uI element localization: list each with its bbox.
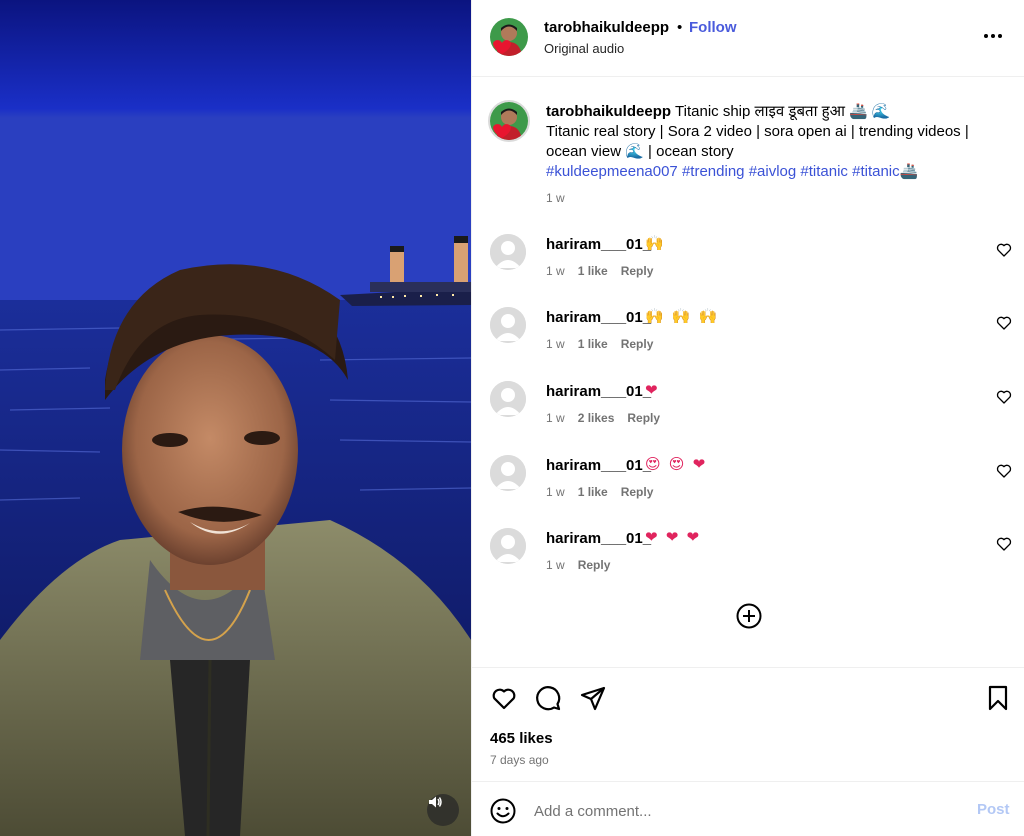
avatar[interactable] (490, 307, 526, 343)
comment-meta: 1 w 1 like Reply (546, 485, 653, 499)
caption-username[interactable]: tarobhaikuldeepp (546, 103, 671, 120)
heart-outline-icon[interactable] (996, 315, 1012, 331)
likes-count[interactable]: 465 likes (490, 730, 553, 747)
default-avatar-icon (490, 455, 526, 491)
comment-text: 😍 😍 ❤ (645, 456, 708, 473)
post-header: tarobhaikuldeepp • Follow Original audio (472, 0, 1024, 77)
heart-icon[interactable] (490, 684, 518, 712)
comment-item: hariram___01_ 🙌 🙌 🙌 1 w 1 like Reply (472, 307, 1024, 369)
default-avatar-icon (490, 234, 526, 270)
avatar[interactable] (490, 528, 526, 564)
comment-text: 🙌 🙌 🙌 (645, 308, 720, 325)
follow-button[interactable]: Follow (689, 19, 737, 36)
comment-meta: 1 w 1 like Reply (546, 337, 653, 351)
comment-username[interactable]: hariram___01_ (546, 236, 651, 253)
default-avatar-icon (490, 307, 526, 343)
comment-input[interactable] (534, 799, 954, 823)
caption-line-2: Titanic real story | Sora 2 video | sora… (546, 123, 969, 140)
caption-avatar[interactable] (488, 100, 530, 142)
speaker-icon (429, 796, 442, 808)
reply-button[interactable]: Reply (627, 411, 660, 425)
caption-hashtags: #kuldeepmeena007 #trending #aivlog #tita… (546, 162, 996, 182)
hashtag-link[interactable]: #titanic (800, 163, 848, 180)
post-actions: 465 likes 7 days ago (472, 667, 1024, 781)
comment-text: ❤ (645, 382, 660, 399)
default-avatar-icon (490, 381, 526, 417)
comment-username[interactable]: hariram___01_ (546, 383, 651, 400)
comment-item: hariram___01_ 🙌 1 w 1 like Reply (472, 234, 1024, 296)
avatar[interactable] (490, 381, 526, 417)
plus-circle-icon[interactable] (736, 603, 762, 629)
comment-like-count[interactable]: 1 like (578, 485, 608, 499)
more-horizontal-icon (984, 34, 988, 38)
add-comment-bar: Post (472, 781, 1024, 836)
comment-text: ❤ ❤ ❤ (645, 529, 702, 546)
comment-meta: 1 w Reply (546, 558, 610, 572)
hashtag-link[interactable]: #trending (682, 163, 745, 180)
audio-label[interactable]: Original audio (544, 41, 624, 56)
heart-outline-icon[interactable] (996, 242, 1012, 258)
comment-time[interactable]: 1 w (546, 264, 565, 278)
smiley-icon[interactable] (490, 798, 516, 824)
hashtag-link[interactable]: #aivlog (749, 163, 797, 180)
comment-username[interactable]: hariram___01_ (546, 309, 651, 326)
caption-line-1: Titanic ship लाइव डूबता हुआ 🚢 🌊 (675, 103, 891, 120)
caption-line-3: ocean view 🌊 | ocean story (546, 143, 734, 160)
comment-time[interactable]: 1 w (546, 485, 565, 499)
comment-username[interactable]: hariram___01_ (546, 457, 651, 474)
author-username[interactable]: tarobhaikuldeepp (544, 19, 669, 36)
comment-meta: 1 w 1 like Reply (546, 264, 653, 278)
comment-text: 🙌 (645, 235, 666, 252)
reply-button[interactable]: Reply (621, 337, 654, 351)
video-player[interactable] (0, 0, 471, 836)
hashtag-link[interactable]: #kuldeepmeena007 (546, 163, 678, 180)
comment-username[interactable]: hariram___01_ (546, 530, 651, 547)
heart-outline-icon[interactable] (996, 389, 1012, 405)
avatar-image (490, 18, 528, 56)
ship-emoji: 🚢 (899, 163, 919, 180)
separator-dot: • (677, 19, 683, 36)
heart-outline-icon[interactable] (996, 536, 1012, 552)
reply-button[interactable]: Reply (621, 264, 654, 278)
paper-plane-icon[interactable] (579, 684, 607, 712)
avatar[interactable] (490, 18, 528, 56)
comment-bubble-icon[interactable] (534, 684, 562, 712)
default-avatar-icon (490, 528, 526, 564)
reply-button[interactable]: Reply (578, 558, 611, 572)
avatar[interactable] (490, 455, 526, 491)
post-date[interactable]: 7 days ago (490, 753, 549, 767)
post-button[interactable]: Post (977, 801, 1010, 818)
comment-meta: 1 w 2 likes Reply (546, 411, 660, 425)
heart-outline-icon[interactable] (996, 463, 1012, 479)
comment-item: hariram___01_ ❤ ❤ ❤ 1 w Reply (472, 528, 1024, 590)
avatar[interactable] (490, 234, 526, 270)
reply-button[interactable]: Reply (621, 485, 654, 499)
comment-item: hariram___01_ ❤ 1 w 2 likes Reply (472, 381, 1024, 443)
comment-time[interactable]: 1 w (546, 558, 565, 572)
caption-text: tarobhaikuldeepp Titanic ship लाइव डूबता … (546, 102, 996, 182)
post-viewer: tarobhaikuldeepp • Follow Original audio (0, 0, 1024, 836)
comment-item: hariram___01_ 😍 😍 ❤ 1 w 1 like Reply (472, 455, 1024, 517)
avatar-image (490, 102, 528, 140)
mute-toggle-button[interactable] (427, 794, 459, 826)
hashtag-link[interactable]: #titanic (852, 163, 900, 180)
comment-like-count[interactable]: 1 like (578, 264, 608, 278)
more-options-button[interactable] (980, 26, 1006, 46)
bookmark-icon[interactable] (984, 684, 1012, 712)
comment-like-count[interactable]: 1 like (578, 337, 608, 351)
post-side-panel: tarobhaikuldeepp • Follow Original audio (471, 0, 1024, 836)
video-frame (0, 0, 471, 836)
comment-like-count[interactable]: 2 likes (578, 411, 615, 425)
comment-time[interactable]: 1 w (546, 411, 565, 425)
caption-timestamp[interactable]: 1 w (546, 191, 565, 205)
comment-time[interactable]: 1 w (546, 337, 565, 351)
